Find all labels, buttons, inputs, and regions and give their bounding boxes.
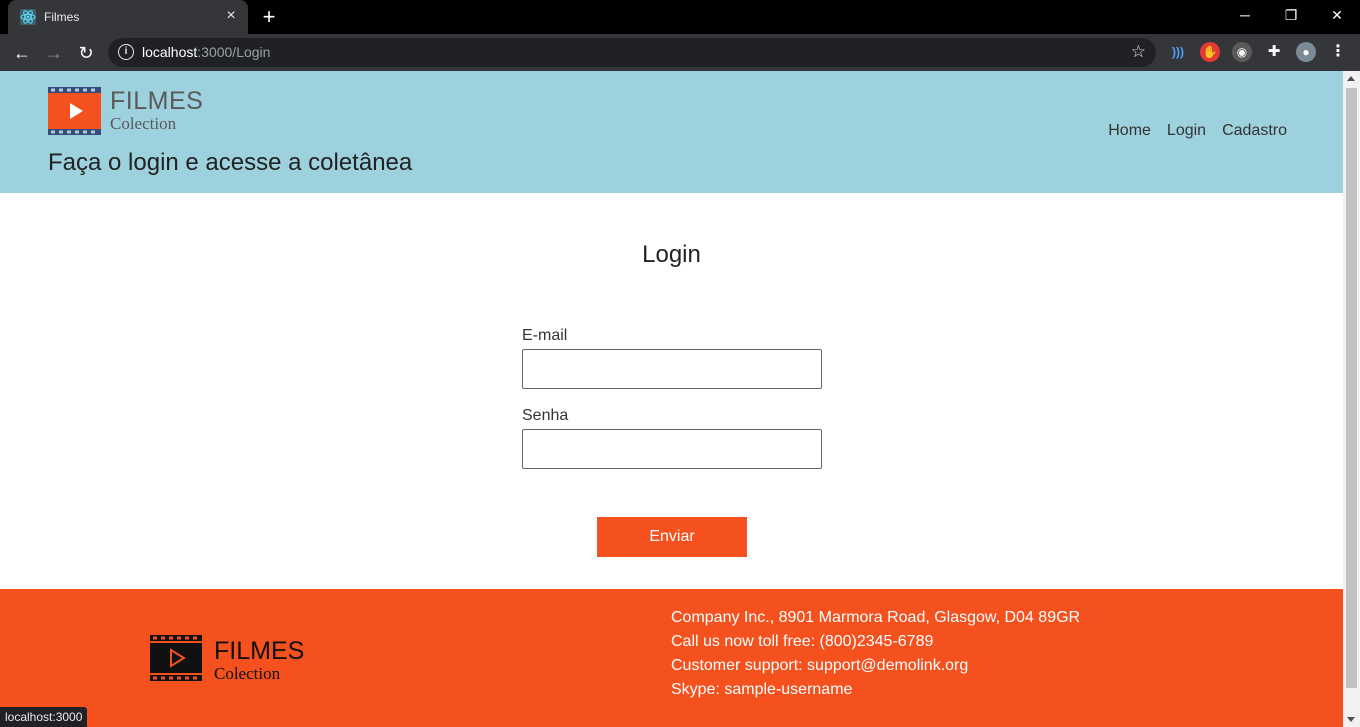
react-icon xyxy=(20,9,36,25)
browser-toolbar: ← → ↻ i localhost:3000/Login ☆ ))) ✋ ◉ ✚… xyxy=(0,34,1360,71)
page-viewport: FILMES Colection Faça o login e acesse a… xyxy=(0,71,1343,727)
contact-support: Customer support: support@demolink.org xyxy=(671,657,969,674)
info-icon[interactable]: i xyxy=(118,44,134,60)
close-tab-icon[interactable]: × xyxy=(222,7,240,25)
browser-tab-strip: Filmes × + ─ ❐ ✕ xyxy=(0,0,1360,34)
email-field[interactable] xyxy=(522,349,822,389)
nav-link-home[interactable]: Home xyxy=(1108,122,1151,140)
forward-icon[interactable]: → xyxy=(42,41,66,65)
film-logo-icon xyxy=(150,635,202,681)
email-label: E-mail xyxy=(522,327,568,344)
profile-avatar-icon[interactable]: ● xyxy=(1296,42,1316,62)
scroll-up-icon[interactable] xyxy=(1347,76,1355,81)
footer-logo: FILMES Colection xyxy=(150,635,310,685)
new-tab-icon[interactable]: + xyxy=(258,6,280,28)
link-status-bar: localhost:3000 xyxy=(0,707,88,727)
nav-link-login[interactable]: Login xyxy=(1167,122,1206,140)
kebab-menu-icon[interactable]: ⋮ xyxy=(1328,42,1348,62)
contact-phone: Call us now toll free: (800)2345-6789 xyxy=(671,633,934,650)
tab-title: Filmes xyxy=(44,10,80,24)
film-logo-icon xyxy=(48,87,101,135)
back-icon[interactable]: ← xyxy=(10,41,34,65)
scroll-down-icon[interactable] xyxy=(1347,717,1355,722)
contact-address: Company Inc., 8901 Marmora Road, Glasgow… xyxy=(671,609,1081,626)
spy-extension-icon[interactable]: ◉ xyxy=(1232,42,1252,62)
reload-icon[interactable]: ↻ xyxy=(74,41,98,65)
footer-logo-subtitle: Colection xyxy=(214,664,281,683)
header-logo[interactable]: FILMES Colection xyxy=(48,87,208,137)
url-text: localhost:3000/Login xyxy=(142,44,271,60)
login-section: Login E-mail Senha Enviar xyxy=(0,193,1343,589)
stop-hand-extension-icon[interactable]: ✋ xyxy=(1200,42,1220,62)
submit-button[interactable]: Enviar xyxy=(597,517,747,557)
browser-tab[interactable]: Filmes × xyxy=(8,0,248,34)
password-label: Senha xyxy=(522,407,569,424)
contact-info: Company Inc., 8901 Marmora Road, Glasgow… xyxy=(671,606,1080,702)
puzzle-extensions-icon[interactable]: ✚ xyxy=(1264,42,1284,62)
close-window-icon[interactable]: ✕ xyxy=(1314,0,1360,30)
header-subtitle: Faça o login e acesse a coletânea xyxy=(48,149,413,176)
page-scrollbar[interactable] xyxy=(1343,71,1360,727)
audio-extension-icon[interactable]: ))) xyxy=(1168,42,1188,62)
main-nav: Home Login Cadastro xyxy=(1108,122,1287,140)
contact-skype: Skype: sample-username xyxy=(671,681,853,698)
password-field[interactable] xyxy=(522,429,822,469)
site-footer: FILMES Colection Company Inc., 8901 Marm… xyxy=(0,589,1343,727)
nav-link-cadastro[interactable]: Cadastro xyxy=(1222,122,1287,140)
site-header: FILMES Colection Faça o login e acesse a… xyxy=(0,71,1343,193)
scrollbar-thumb[interactable] xyxy=(1346,88,1357,688)
minimize-icon[interactable]: ─ xyxy=(1222,0,1268,30)
footer-logo-title: FILMES xyxy=(214,637,305,665)
logo-subtitle: Colection xyxy=(110,114,177,133)
logo-title: FILMES xyxy=(110,87,204,115)
address-bar[interactable]: i localhost:3000/Login ☆ xyxy=(108,38,1156,67)
restore-icon[interactable]: ❐ xyxy=(1268,0,1314,30)
page-title: Login xyxy=(642,241,701,268)
bookmark-star-icon[interactable]: ☆ xyxy=(1131,42,1146,62)
